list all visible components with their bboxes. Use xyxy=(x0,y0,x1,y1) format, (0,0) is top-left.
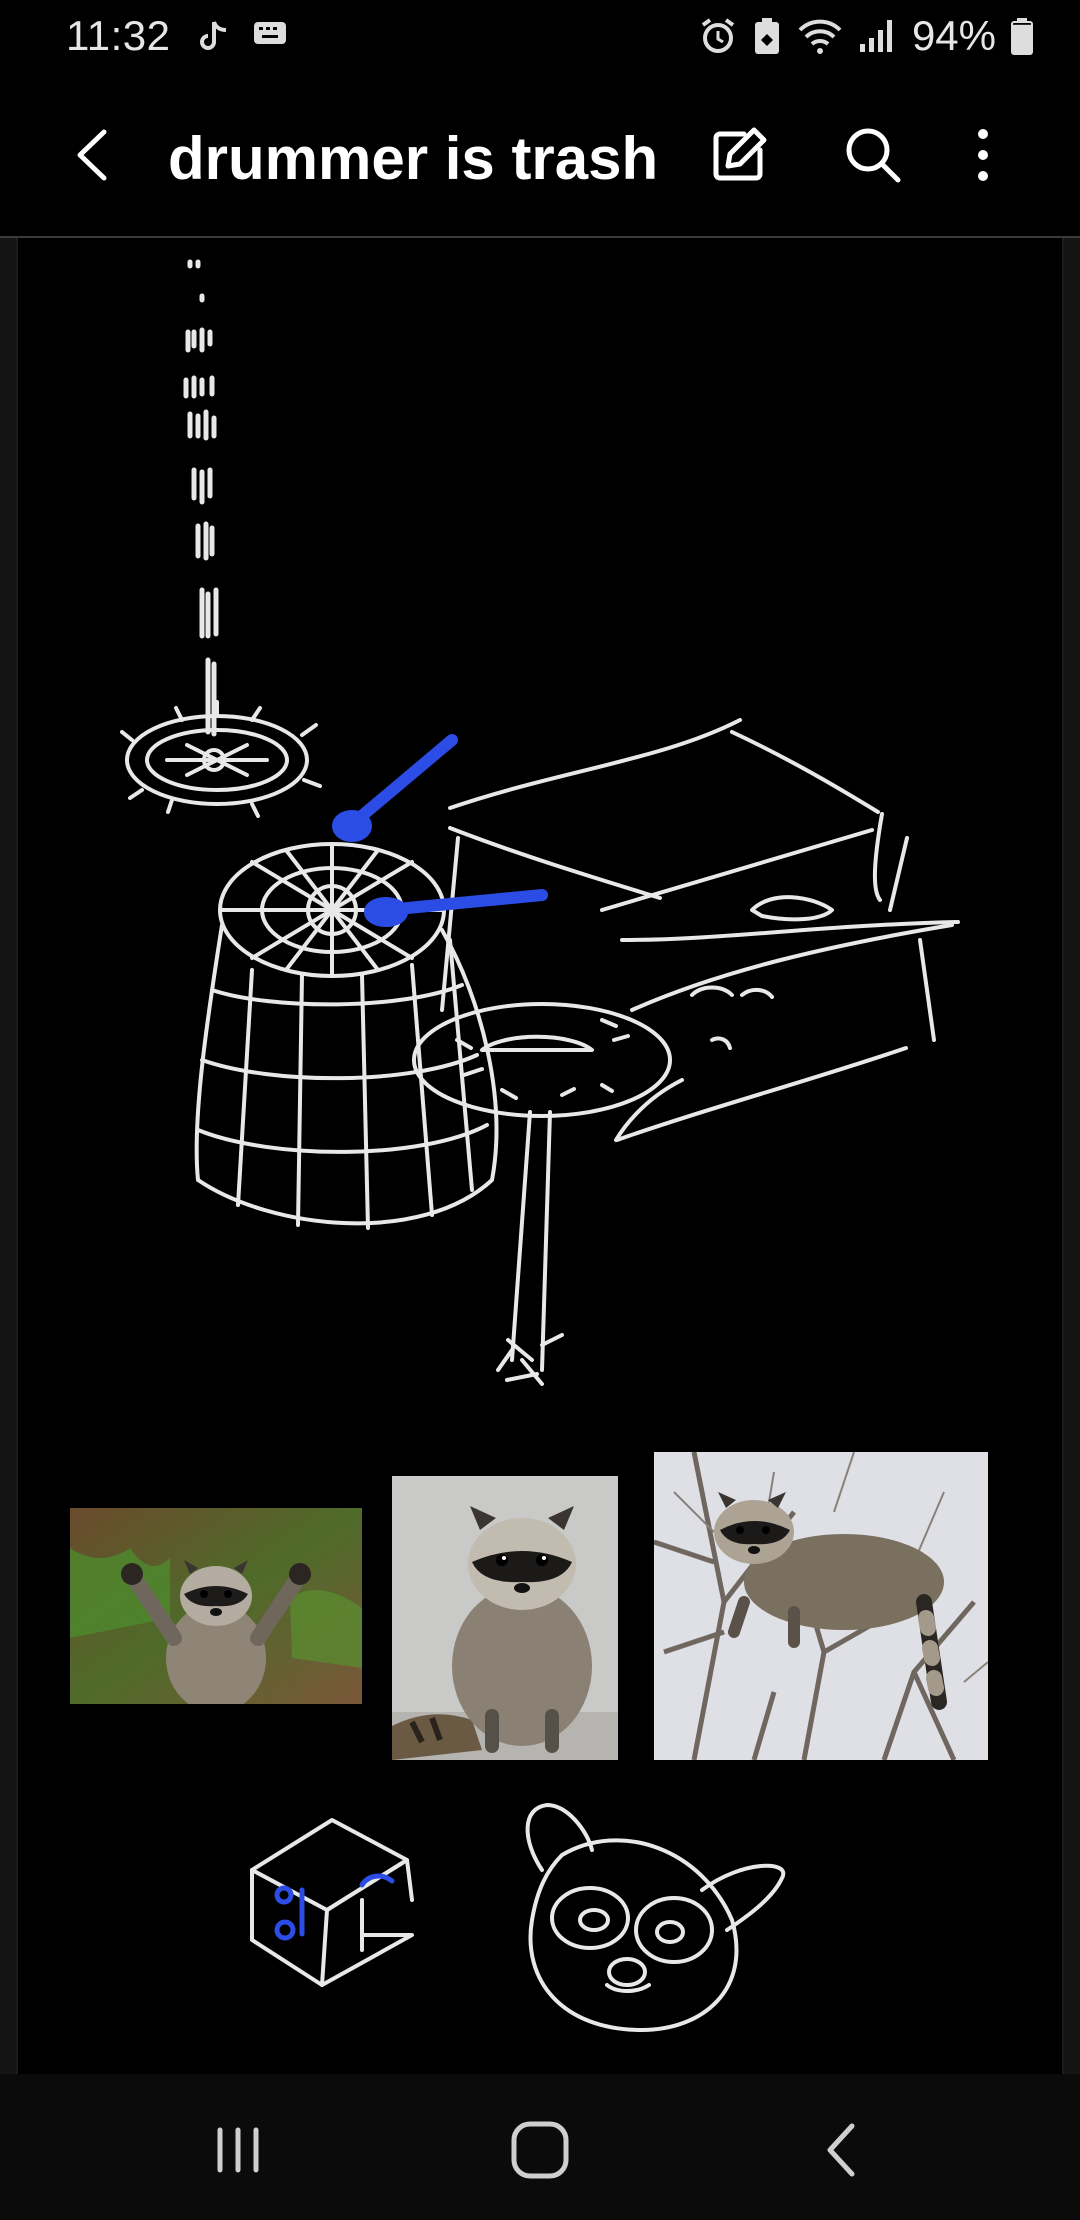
motion-streak xyxy=(183,259,219,737)
raccoon-face-sketch xyxy=(525,1803,786,2032)
back-icon[interactable] xyxy=(802,2110,882,2190)
battery-fill xyxy=(1013,24,1031,53)
canvas-edge-left xyxy=(0,238,16,2074)
status-bar: 11:32 94% xyxy=(0,0,1080,72)
navigation-bar xyxy=(0,2074,1080,2220)
alarm-icon xyxy=(701,18,735,53)
tiktok-icon xyxy=(200,21,227,50)
battery-icon xyxy=(1011,18,1033,55)
edit-icon[interactable] xyxy=(704,120,774,190)
note-title[interactable]: drummer is trash xyxy=(168,124,658,193)
signal-icon xyxy=(859,20,892,52)
home-icon[interactable] xyxy=(500,2110,580,2190)
raccoon-in-tree-photo[interactable] xyxy=(654,1452,988,1760)
search-icon[interactable] xyxy=(838,120,908,190)
app-bar: drummer is trash xyxy=(0,72,1080,238)
drawing-canvas[interactable] xyxy=(16,238,1064,2074)
snare xyxy=(412,1002,684,1386)
canvas-edge-right xyxy=(1064,238,1080,2074)
cymbal xyxy=(120,700,322,818)
status-left-icons xyxy=(196,18,288,54)
back-arrow-icon[interactable] xyxy=(60,120,130,190)
status-time: 11:32 xyxy=(66,12,171,59)
drum-kit-sketch xyxy=(120,259,960,2032)
keyboard-icon xyxy=(254,22,286,44)
battery-saver-icon xyxy=(754,18,779,54)
wifi-icon xyxy=(798,19,842,54)
status-right: 94% xyxy=(698,12,1034,60)
cube-sketch xyxy=(250,1818,414,1987)
more-vert-icon[interactable] xyxy=(948,120,1018,190)
recents-icon[interactable] xyxy=(198,2110,278,2190)
raccoon-arms-up-photo[interactable] xyxy=(70,1508,362,1704)
battery-percent: 94% xyxy=(911,12,996,59)
raccoon-sitting-photo[interactable] xyxy=(392,1476,618,1760)
piano xyxy=(440,718,960,1142)
